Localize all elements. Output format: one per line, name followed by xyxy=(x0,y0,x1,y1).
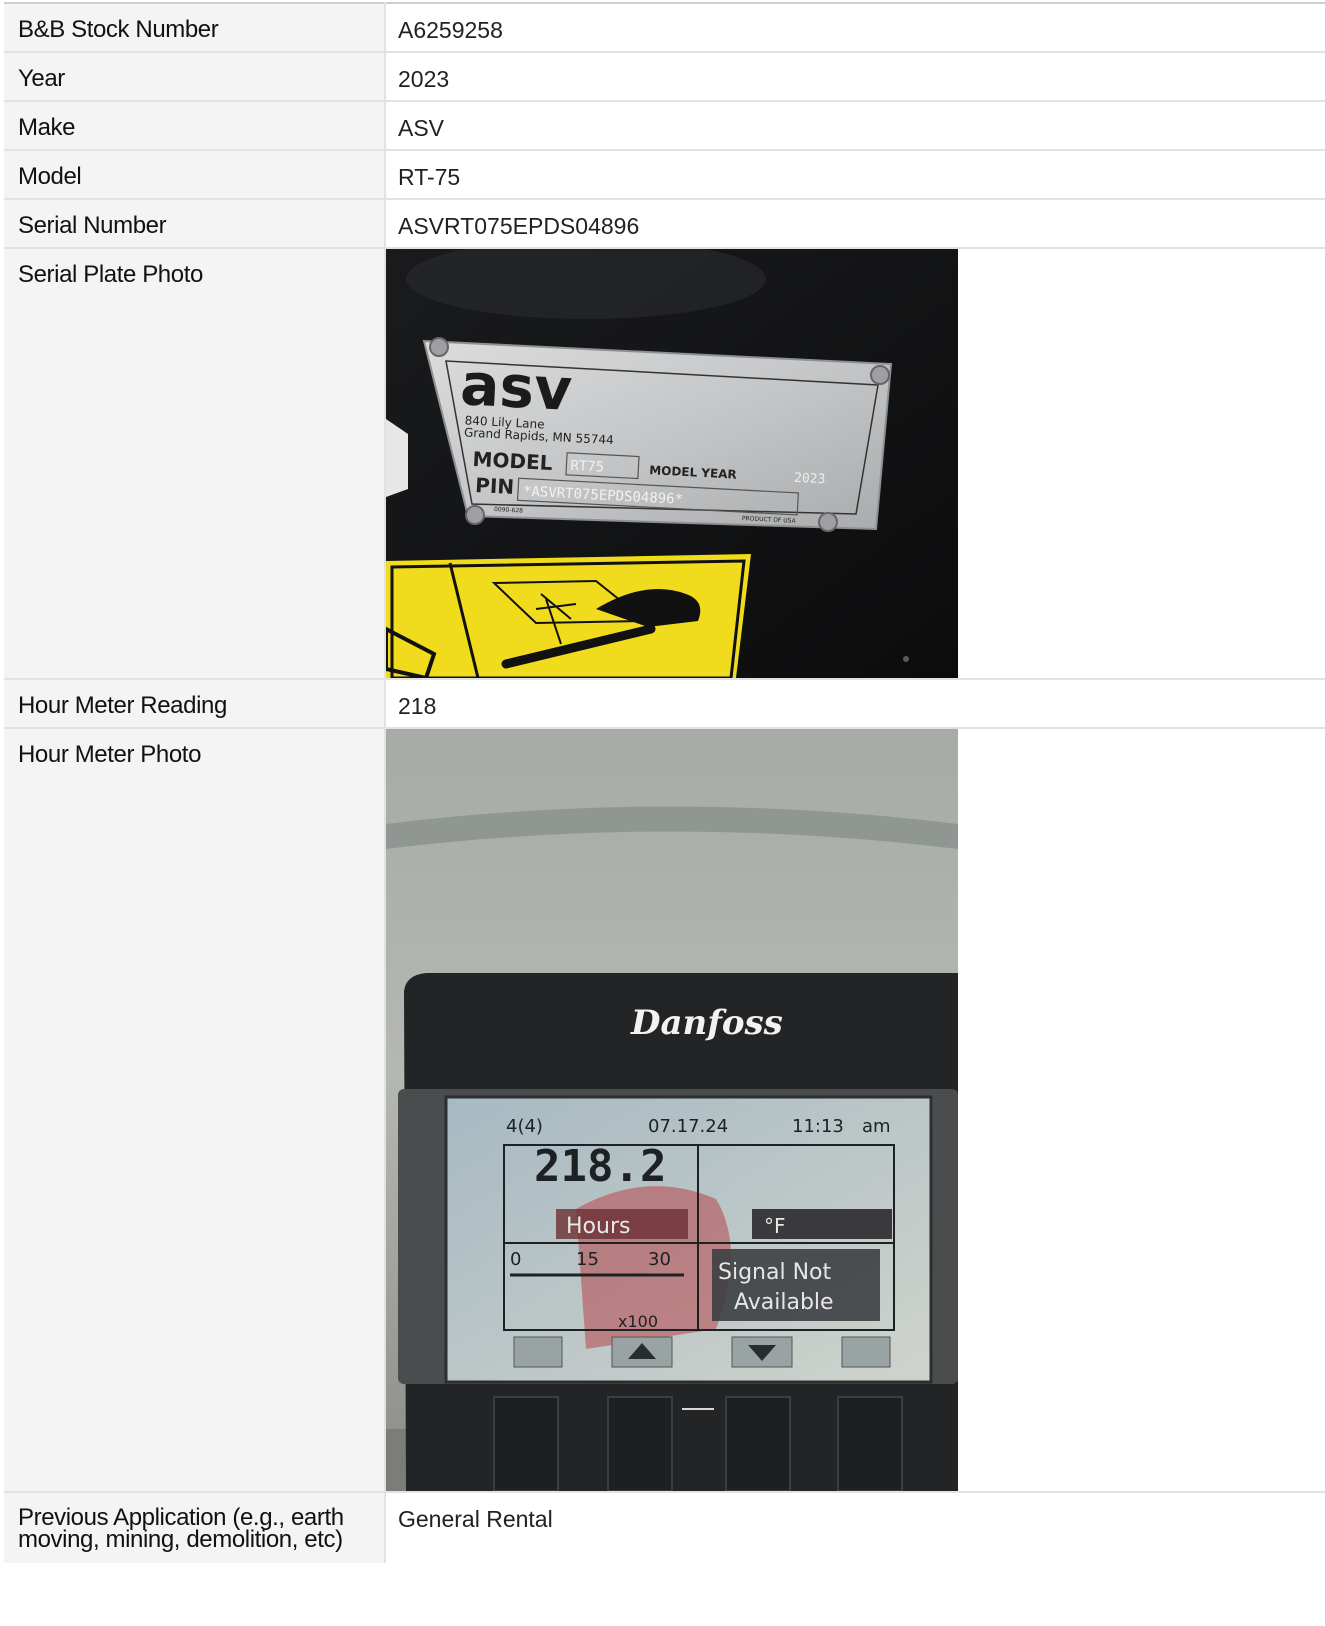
plate-logo: asv xyxy=(459,350,574,424)
meter-scale-0: 0 xyxy=(510,1249,521,1270)
meter-page: 4(4) xyxy=(506,1116,543,1137)
hour-meter-photo[interactable]: Danfoss 4(4) 07.17.24 11:13 am 218.2 Hou… xyxy=(386,729,958,1491)
meter-scale-30: 30 xyxy=(648,1249,671,1270)
spec-row-serial-number: Serial Number ASVRT075EPDS04896 xyxy=(4,198,1325,248)
meter-hours-label: Hours xyxy=(566,1214,630,1239)
row-label: Hour Meter Reading xyxy=(18,692,227,719)
spec-row-previous-application: Previous Application (e.g., earth moving… xyxy=(4,1491,1325,1563)
row-label: Make xyxy=(18,114,76,141)
spec-row-make: Make ASV xyxy=(4,100,1325,150)
spec-row-hour-meter-reading: Hour Meter Reading 218 xyxy=(4,678,1325,728)
row-label: B&B Stock Number xyxy=(18,16,219,43)
row-value: 2023 xyxy=(398,66,450,92)
spec-row-year: Year 2023 xyxy=(4,51,1325,101)
meter-scale-mult: x100 xyxy=(618,1312,658,1331)
meter-signal-line2: Available xyxy=(734,1290,834,1315)
meter-signal-line1: Signal Not xyxy=(718,1260,831,1285)
serial-plate-photo[interactable]: asv 840 Lily Lane Grand Rapids, MN 55744… xyxy=(386,249,958,678)
row-label: Hour Meter Photo xyxy=(18,741,202,768)
serial-plate-image: asv 840 Lily Lane Grand Rapids, MN 55744… xyxy=(386,249,958,678)
row-label: Previous Application (e.g., earth moving… xyxy=(18,1504,344,1553)
row-label: Year xyxy=(18,65,65,92)
meter-ampm: am xyxy=(862,1116,891,1137)
meter-date: 07.17.24 xyxy=(648,1116,728,1137)
hour-meter-image: Danfoss 4(4) 07.17.24 11:13 am 218.2 Hou… xyxy=(386,729,958,1491)
row-value: RT-75 xyxy=(398,164,461,190)
meter-brand: Danfoss xyxy=(630,1003,783,1043)
row-label: Serial Plate Photo xyxy=(18,261,203,288)
row-label: Serial Number xyxy=(18,212,167,239)
row-label: Model xyxy=(18,163,82,190)
meter-scale-15: 15 xyxy=(576,1249,599,1270)
spec-row-hour-meter-photo: Hour Meter Photo Danfoss 4(4) 07.17.24 1… xyxy=(4,727,1325,1492)
spec-row-stock-number: B&B Stock Number A6259258 xyxy=(4,2,1325,52)
plate-model-value: RT75 xyxy=(570,458,605,476)
row-value: General Rental xyxy=(398,1506,553,1532)
meter-hours-value: 218.2 xyxy=(534,1141,666,1192)
row-value: ASV xyxy=(398,115,445,141)
meter-temp-unit: °F xyxy=(764,1214,786,1238)
row-value: ASVRT075EPDS04896 xyxy=(398,213,640,239)
spec-row-model: Model RT-75 xyxy=(4,149,1325,199)
plate-pin-label: PIN xyxy=(475,473,515,499)
meter-time: 11:13 xyxy=(792,1116,844,1137)
equipment-spec-table: B&B Stock Number A6259258 Year 2023 Make… xyxy=(4,2,1325,1563)
row-value: 218 xyxy=(398,693,437,719)
plate-model-label: MODEL xyxy=(472,447,553,475)
plate-model-year-value: 2023 xyxy=(794,471,826,488)
row-value: A6259258 xyxy=(398,17,503,43)
spec-row-serial-plate-photo: Serial Plate Photo asv 840 Lily Lane Gra… xyxy=(4,247,1325,679)
